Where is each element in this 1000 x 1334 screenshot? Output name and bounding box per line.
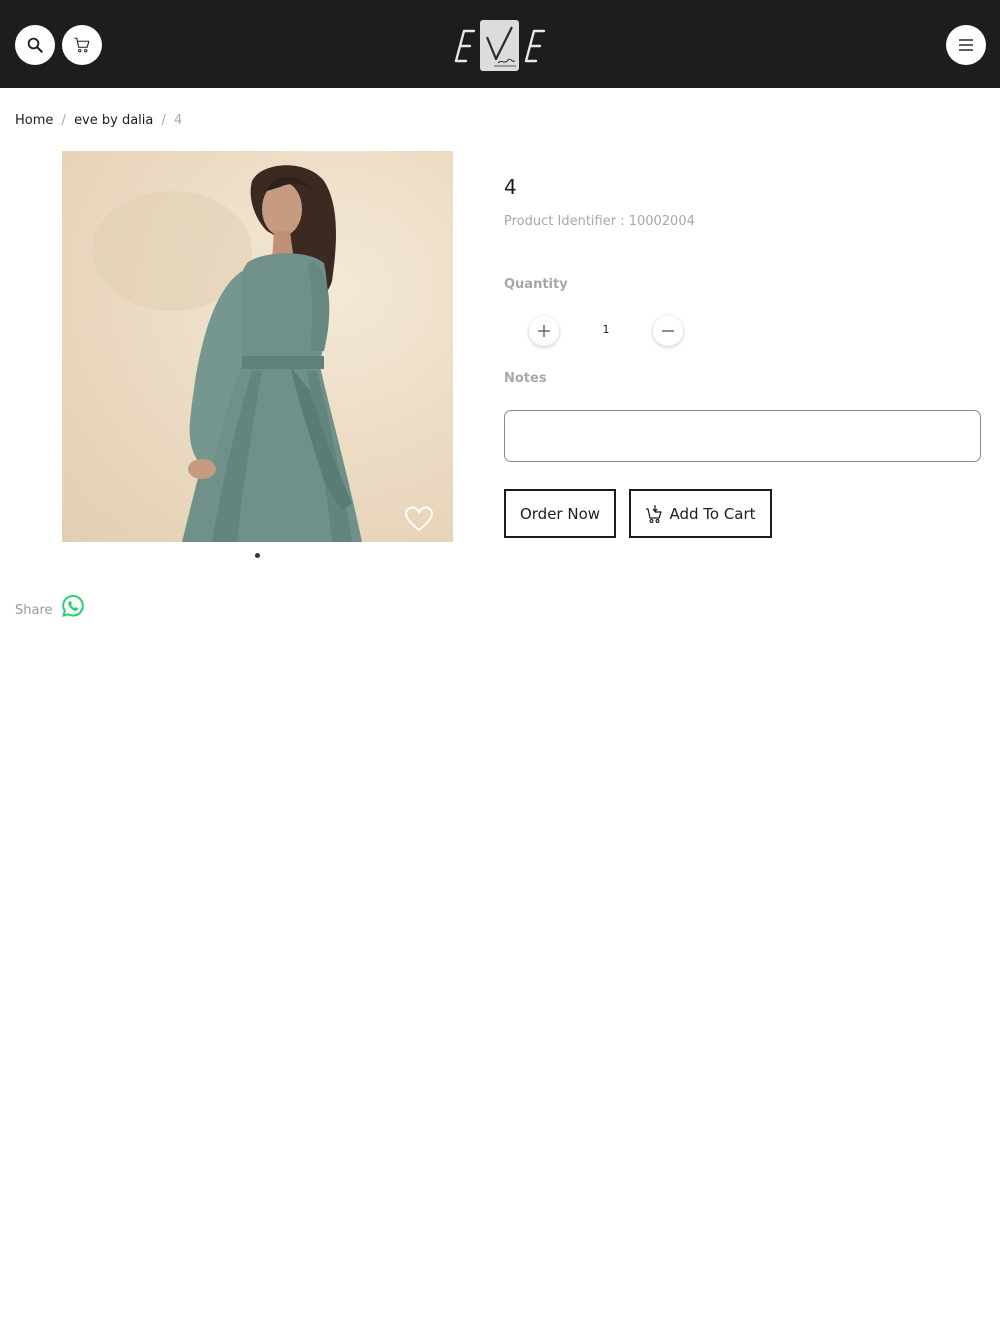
search-icon [27, 37, 43, 53]
add-to-cart-label: Add To Cart [669, 504, 756, 523]
product-identifier: Product Identifier : 10002004 [504, 214, 695, 229]
gallery-dot[interactable] [255, 553, 260, 558]
plus-icon [538, 325, 550, 337]
site-logo[interactable] [450, 19, 550, 73]
quantity-value: 1 [602, 323, 610, 336]
quantity-label: Quantity [504, 277, 568, 292]
notes-input[interactable] [504, 410, 981, 462]
menu-button[interactable] [946, 25, 986, 65]
minus-icon [662, 330, 674, 332]
share-section: Share [15, 594, 85, 618]
search-button[interactable] [15, 25, 55, 65]
breadcrumb-separator: / [61, 113, 66, 128]
breadcrumb-separator: / [161, 113, 166, 128]
breadcrumb: Home / eve by dalia / 4 [15, 113, 182, 128]
cart-button[interactable] [62, 25, 102, 65]
cart-icon [74, 37, 90, 53]
hamburger-menu-icon [959, 39, 973, 51]
share-label: Share [15, 602, 53, 618]
product-title: 4 [504, 175, 517, 199]
notes-label: Notes [504, 371, 547, 386]
quantity-decrease-button[interactable] [653, 316, 683, 346]
whatsapp-share-button[interactable] [61, 594, 85, 618]
cart-add-icon [646, 504, 663, 523]
site-header [0, 0, 1000, 88]
favorite-button[interactable] [404, 505, 436, 535]
quantity-increase-button[interactable] [529, 316, 559, 346]
order-now-button[interactable]: Order Now [504, 489, 616, 538]
whatsapp-icon [61, 594, 84, 617]
breadcrumb-category[interactable]: eve by dalia [74, 113, 153, 128]
add-to-cart-button[interactable]: Add To Cart [629, 489, 772, 538]
heart-icon [405, 506, 433, 532]
product-image[interactable] [62, 151, 453, 542]
breadcrumb-home[interactable]: Home [15, 113, 53, 128]
breadcrumb-current: 4 [174, 113, 183, 128]
